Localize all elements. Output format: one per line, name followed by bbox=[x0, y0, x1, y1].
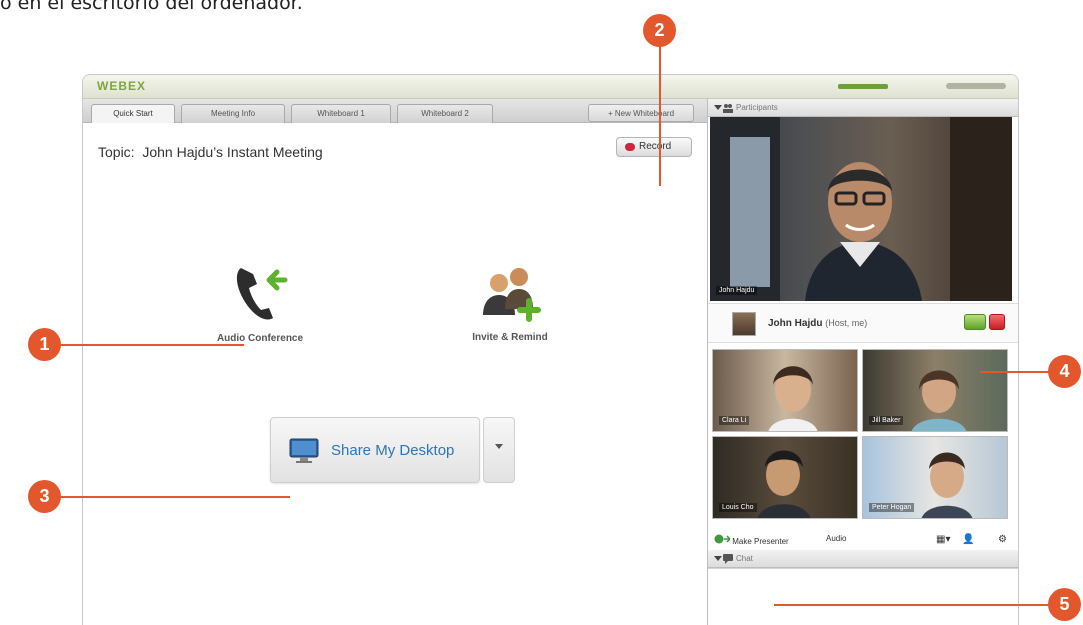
speaker-name-label: John Hajdu bbox=[716, 286, 758, 295]
chat-header[interactable]: Chat bbox=[708, 550, 1018, 568]
callout-5-line bbox=[774, 604, 1052, 606]
host-participant-row[interactable]: John Hajdu (Host, me) bbox=[708, 303, 1018, 343]
tab-whiteboard-2[interactable]: Whiteboard 2 bbox=[397, 104, 493, 123]
callout-4: 4 bbox=[1048, 355, 1081, 388]
participant-name: Peter Hogan bbox=[869, 503, 915, 512]
meeting-topic: Topic: John Hajdu’s Instant Meeting bbox=[98, 144, 323, 160]
chat-bubble-icon bbox=[723, 554, 733, 564]
callout-3: 3 bbox=[28, 480, 61, 513]
people-icon bbox=[723, 104, 733, 113]
caption-text: o en el escritorio del ordenador. bbox=[0, 0, 303, 14]
avatar bbox=[732, 312, 756, 336]
callout-5: 5 bbox=[1048, 588, 1081, 621]
callout-2-line bbox=[659, 46, 661, 186]
make-presenter-button[interactable]: Make Presenter bbox=[714, 534, 789, 546]
participants-header-label: Participants bbox=[736, 103, 778, 112]
callout-3-line bbox=[58, 496, 290, 498]
audio-conference-action[interactable]: Audio Conference bbox=[195, 258, 325, 344]
new-whiteboard-tab[interactable]: + New Whiteboard bbox=[588, 104, 694, 122]
add-participant-icon[interactable]: 👤 bbox=[962, 534, 974, 545]
speaker-photo bbox=[710, 117, 1012, 301]
participant-name: Clara Li bbox=[719, 416, 750, 425]
callout-1: 1 bbox=[28, 328, 61, 361]
audio-menu-button[interactable]: Audio bbox=[826, 534, 846, 543]
callout-4-line bbox=[980, 371, 1052, 373]
tab-meeting-info[interactable]: Meeting Info bbox=[181, 104, 285, 123]
make-presenter-label: Make Presenter bbox=[732, 537, 789, 546]
app-logo: WEBEX bbox=[97, 79, 147, 93]
participants-toolbar: Make Presenter Audio ▦▾ 👤 ⚙ bbox=[708, 530, 1018, 550]
share-desktop-label: Share My Desktop bbox=[331, 442, 455, 459]
mute-microphone-button[interactable] bbox=[989, 314, 1005, 330]
participant-video-tile[interactable]: Peter Hogan bbox=[862, 436, 1008, 519]
invite-remind-label: Invite & Remind bbox=[472, 332, 548, 343]
tutorial-screenshot: o en el escritorio del ordenador. WEBEX … bbox=[0, 0, 1083, 625]
title-bar: WEBEX bbox=[83, 75, 1018, 99]
presenter-ball-icon bbox=[714, 534, 732, 544]
participant-video-tile[interactable]: Clara Li bbox=[712, 349, 858, 432]
invite-remind-action[interactable]: Invite & Remind bbox=[445, 263, 575, 343]
topic-prefix: Topic: bbox=[98, 144, 135, 160]
record-button[interactable]: Record bbox=[616, 137, 692, 157]
participant-video-tile[interactable]: Louis Cho bbox=[712, 436, 858, 519]
share-options-dropdown[interactable] bbox=[483, 417, 515, 483]
collapse-icon bbox=[714, 556, 722, 561]
chevron-down-icon bbox=[495, 444, 503, 449]
monitor-icon bbox=[289, 438, 319, 463]
callout-1-line bbox=[58, 344, 244, 346]
meeting-window: WEBEX Quick Start Meeting Info Whiteboar… bbox=[82, 74, 1019, 625]
tab-quick-start[interactable]: Quick Start bbox=[91, 104, 175, 123]
participant-video-grid: Clara Li Jill Baker Louis Cho Peter Hoga… bbox=[712, 349, 1012, 519]
collapse-icon bbox=[714, 105, 722, 110]
tab-bar: Quick Start Meeting Info Whiteboard 1 Wh… bbox=[83, 99, 707, 123]
host-role-text: (Host, me) bbox=[825, 318, 868, 328]
camera-toggle-button[interactable] bbox=[964, 314, 986, 330]
record-label: Record bbox=[639, 141, 672, 152]
participant-video-tile[interactable]: Jill Baker bbox=[862, 349, 1008, 432]
host-name: John Hajdu (Host, me) bbox=[768, 318, 867, 329]
participant-name: Louis Cho bbox=[719, 503, 757, 512]
active-speaker-video: John Hajdu bbox=[710, 117, 1012, 301]
phone-icon bbox=[236, 268, 288, 320]
tab-whiteboard-1[interactable]: Whiteboard 1 bbox=[291, 104, 391, 123]
chat-header-label: Chat bbox=[736, 554, 753, 563]
invite-people-icon bbox=[483, 268, 541, 322]
share-desktop-button[interactable]: Share My Desktop bbox=[270, 417, 480, 483]
chat-message-area[interactable] bbox=[708, 568, 1018, 625]
quick-start-panel: Topic: John Hajdu’s Instant Meeting Reco… bbox=[83, 123, 707, 625]
topic-title: John Hajdu’s Instant Meeting bbox=[142, 144, 323, 160]
layout-grid-icon[interactable]: ▦▾ bbox=[936, 534, 950, 545]
callout-2: 2 bbox=[643, 14, 676, 47]
participant-name: Jill Baker bbox=[869, 416, 904, 425]
participants-panel: Participants John Hajdu John Hajdu (Host… bbox=[707, 99, 1018, 625]
record-icon bbox=[625, 143, 635, 151]
audio-conference-label: Audio Conference bbox=[216, 333, 304, 344]
status-indicator bbox=[838, 84, 888, 89]
gear-icon[interactable]: ⚙ bbox=[998, 534, 1007, 545]
window-controls[interactable] bbox=[946, 83, 1006, 89]
participants-header[interactable]: Participants bbox=[708, 99, 1018, 117]
host-name-text: John Hajdu bbox=[768, 318, 823, 329]
